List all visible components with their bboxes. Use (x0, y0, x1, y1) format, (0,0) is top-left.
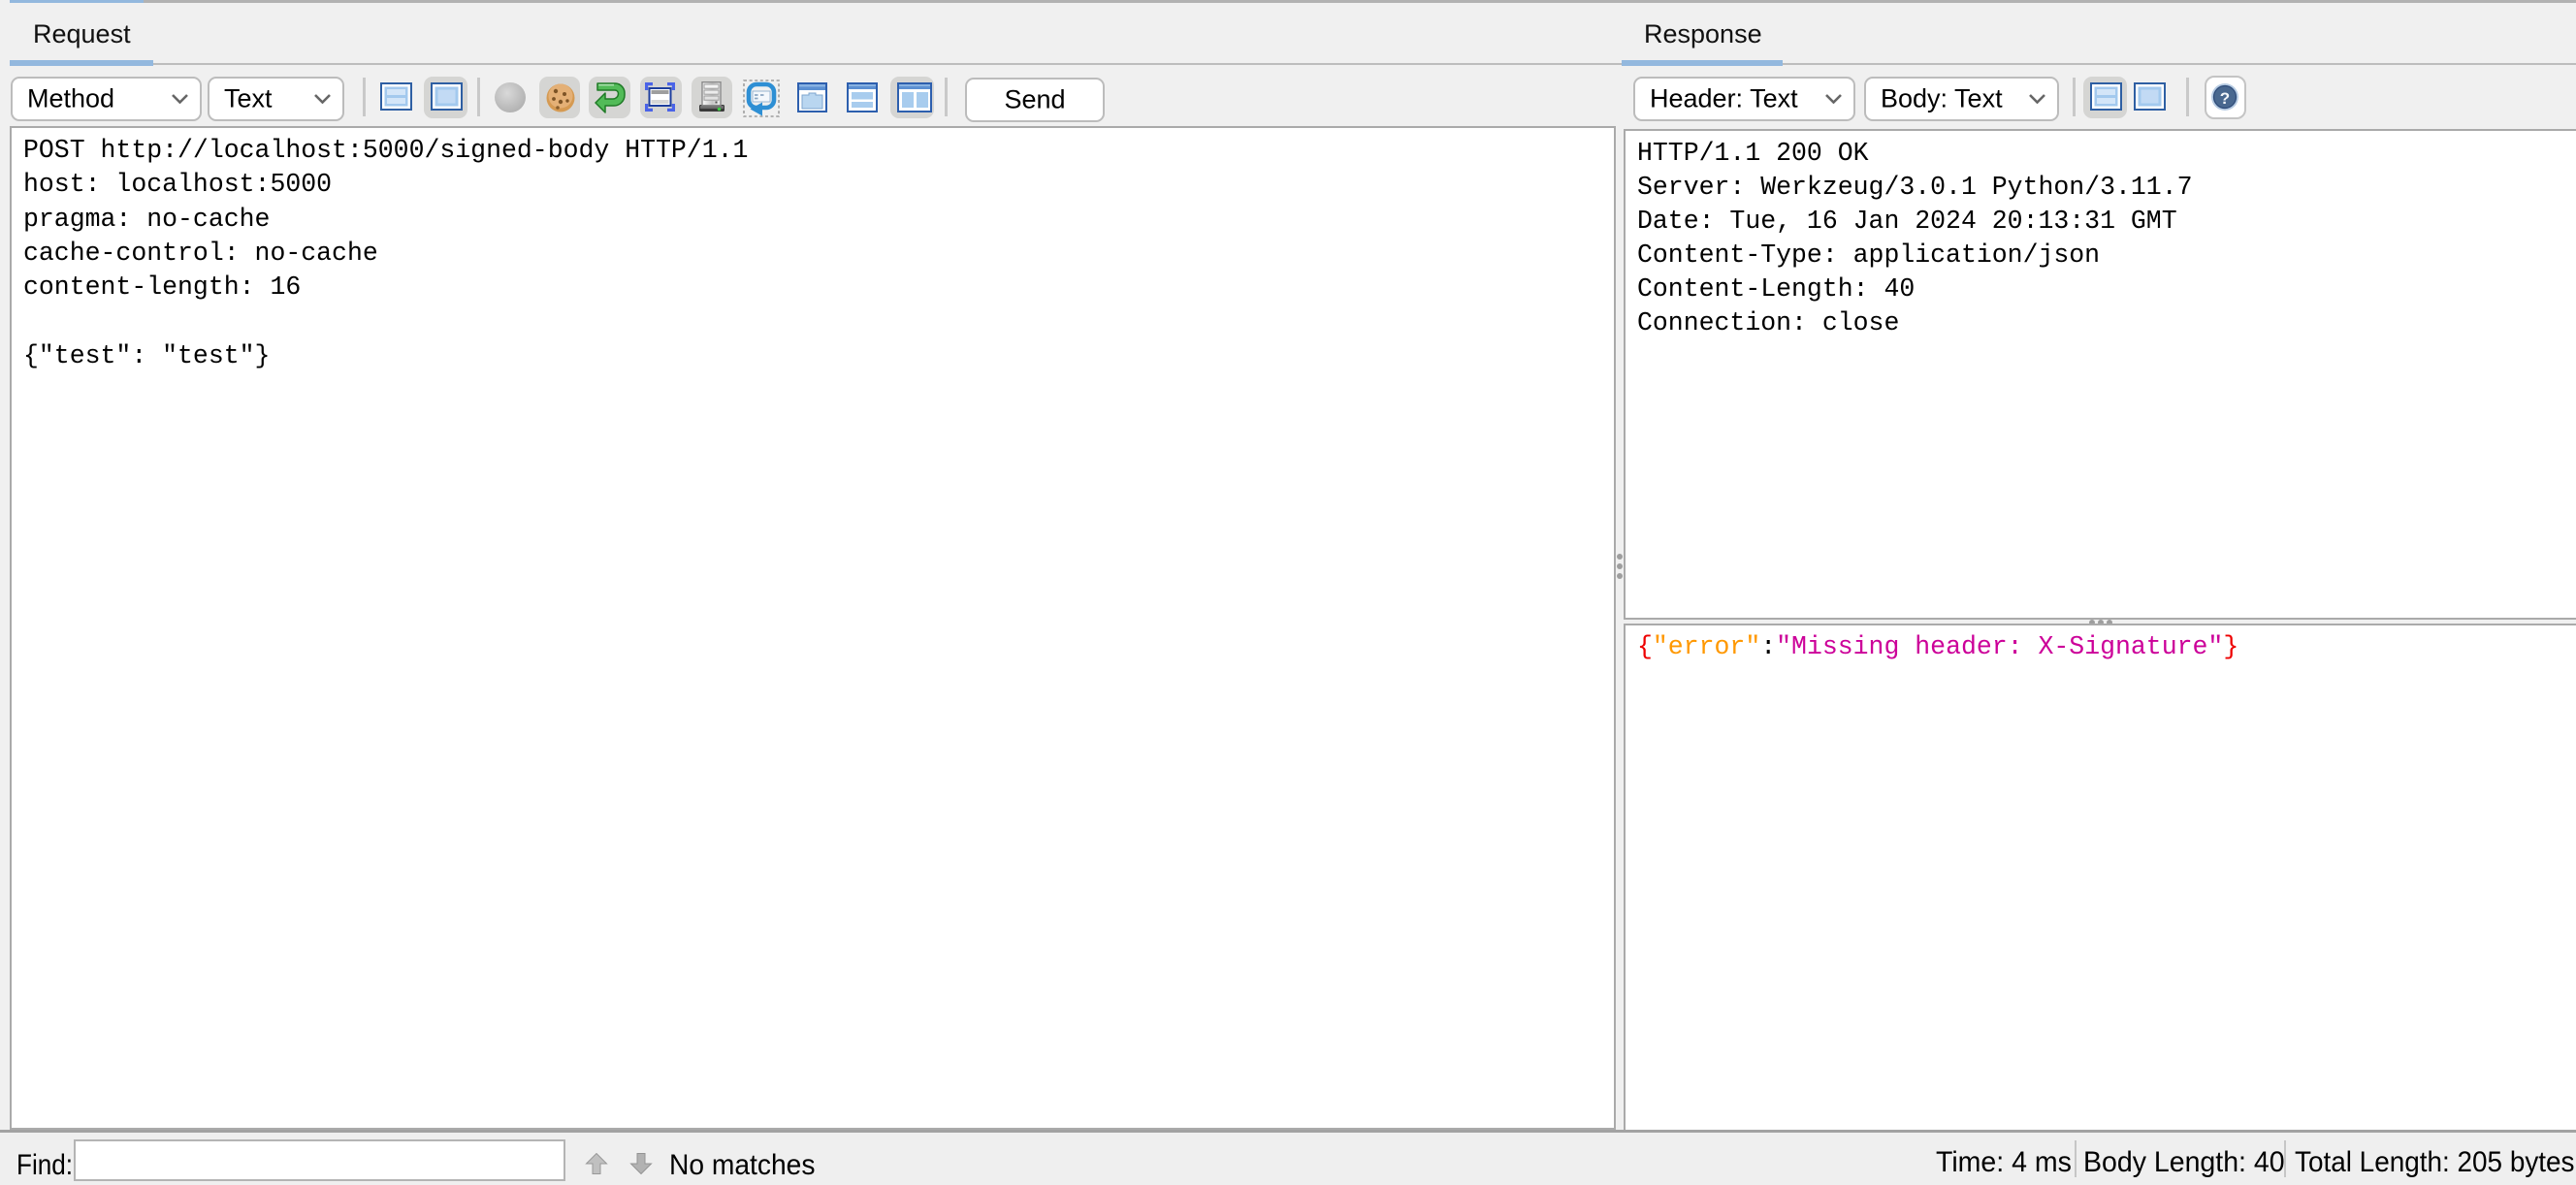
svg-text:?: ? (2220, 89, 2230, 108)
